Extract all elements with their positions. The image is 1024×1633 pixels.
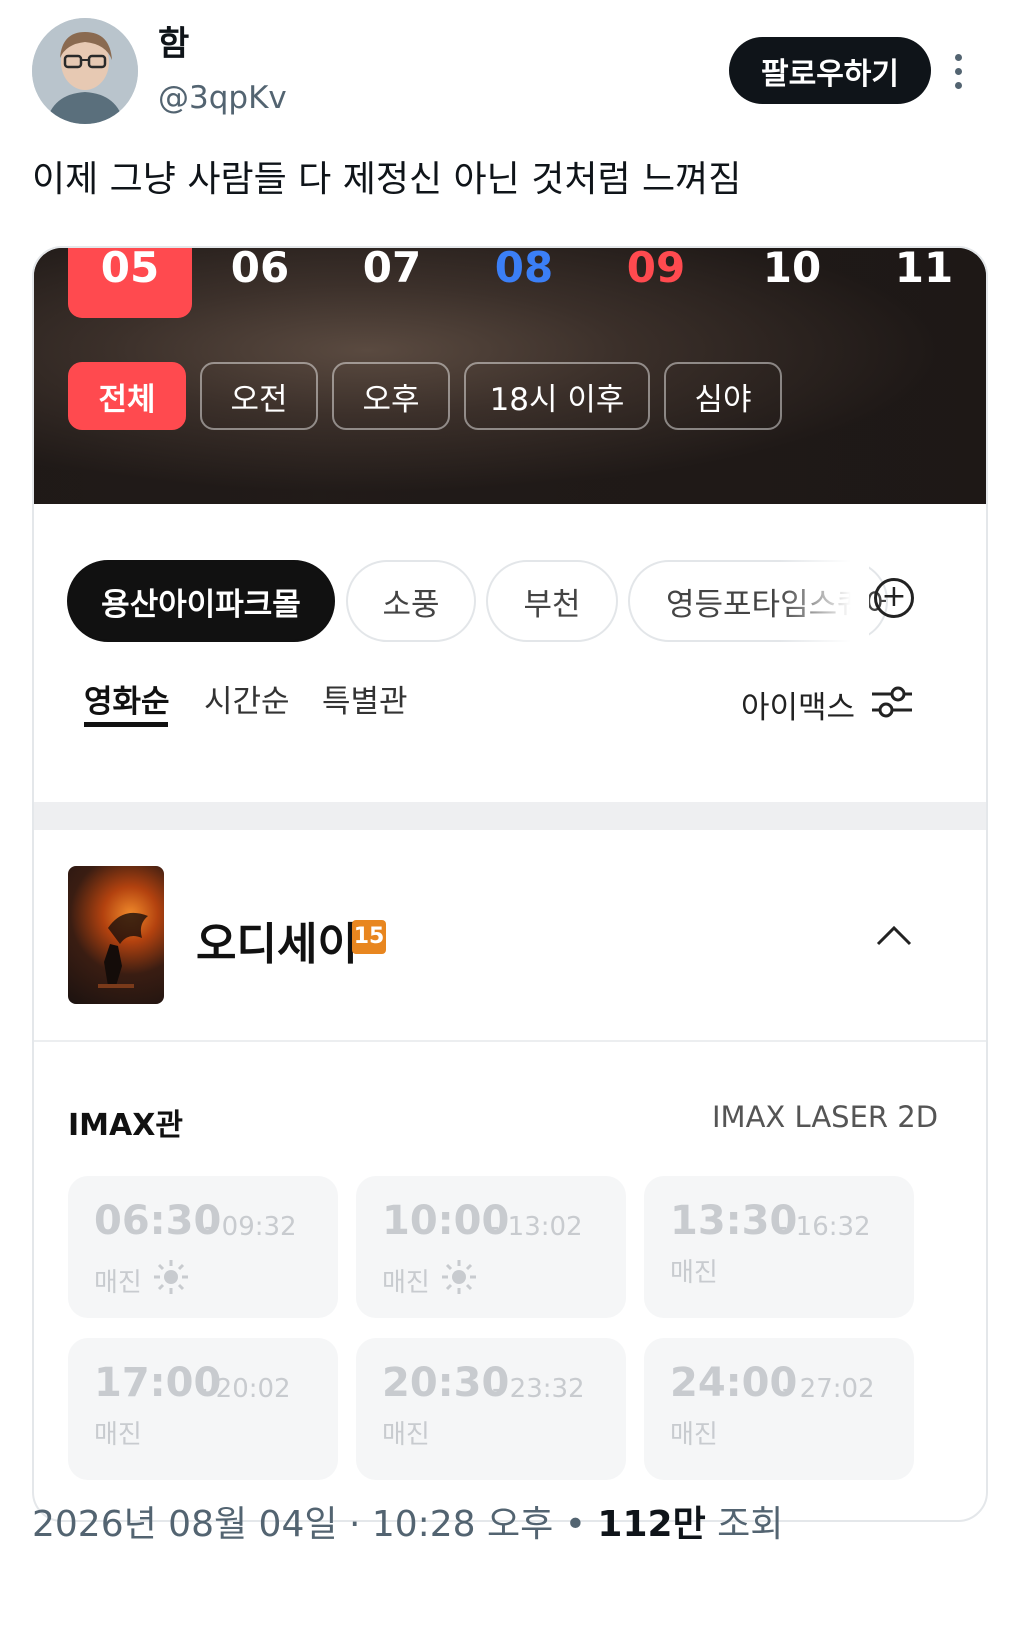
user-handle[interactable]: @3qpKv bbox=[158, 80, 287, 116]
time-filter-afternoon[interactable]: 오후 bbox=[332, 362, 450, 430]
end-time: - 23:32 bbox=[492, 1374, 585, 1404]
tweet-header: 함 @3qpKv 팔로우하기 bbox=[0, 0, 1024, 140]
showtime-slot[interactable]: 24:00 - 27:02 매진 bbox=[644, 1338, 914, 1480]
sold-out-label: 매진 bbox=[94, 1420, 142, 1450]
tweet-meta: 2026년 08월 04일 · 10:28 오후 • 112만 조회 bbox=[32, 1495, 783, 1547]
end-time: - 09:32 bbox=[204, 1212, 297, 1242]
tab-special-hall[interactable]: 특별관 bbox=[322, 676, 408, 721]
end-time: - 27:02 bbox=[782, 1374, 875, 1404]
active-tab-indicator bbox=[84, 722, 168, 727]
more-options-icon[interactable] bbox=[948, 52, 968, 92]
movie-poster[interactable] bbox=[68, 866, 164, 1004]
sun-icon bbox=[154, 1260, 188, 1294]
imax-filter-label[interactable]: 아이맥스 bbox=[741, 682, 855, 727]
chip-fade bbox=[779, 560, 869, 642]
date-08[interactable]: 08 bbox=[462, 248, 586, 318]
time-filter-all[interactable]: 전체 bbox=[68, 362, 186, 430]
add-theater-icon[interactable]: + bbox=[874, 578, 914, 618]
date-09[interactable]: 09 bbox=[594, 248, 718, 318]
movie-title[interactable]: 오디세이 bbox=[196, 908, 358, 972]
sold-out-label: 매진 bbox=[670, 1258, 718, 1288]
date-11[interactable]: 11 bbox=[862, 248, 986, 318]
start-time: 06:30 bbox=[94, 1198, 222, 1244]
sold-out-label: 매진 bbox=[670, 1420, 718, 1450]
showtime-slot[interactable]: 17:00 - 20:02 매진 bbox=[68, 1338, 338, 1480]
booking-screenshot[interactable]: 05 06 07 08 09 10 11 전체 오전 오후 18시 이후 심야 … bbox=[32, 246, 988, 1522]
start-time: 20:30 bbox=[382, 1360, 510, 1406]
sold-out-label: 매진 bbox=[94, 1268, 142, 1298]
theater-chip-yongsan[interactable]: 용산아이파크몰 bbox=[67, 560, 335, 642]
start-time: 24:00 bbox=[670, 1360, 798, 1406]
sun-icon bbox=[442, 1260, 476, 1294]
age-rating-badge: 15 bbox=[352, 920, 386, 954]
tab-by-time[interactable]: 시간순 bbox=[204, 676, 290, 721]
tweet-time[interactable]: 10:28 오후 bbox=[372, 1504, 553, 1545]
theater-chip-sopung[interactable]: 소풍 bbox=[346, 560, 476, 642]
tweet-text: 이제 그냥 사람들 다 제정신 아닌 것처럼 느껴짐 bbox=[32, 159, 742, 200]
time-filter-late-night[interactable]: 심야 bbox=[664, 362, 782, 430]
date-10[interactable]: 10 bbox=[730, 248, 854, 318]
time-filter-evening[interactable]: 18시 이후 bbox=[464, 362, 650, 430]
date-07[interactable]: 07 bbox=[330, 248, 454, 318]
tab-by-movie[interactable]: 영화순 bbox=[84, 676, 170, 721]
theater-chip-bucheon[interactable]: 부천 bbox=[486, 560, 618, 642]
date-time-header: 05 06 07 08 09 10 11 전체 오전 오후 18시 이후 심야 bbox=[34, 248, 986, 504]
views-label: 조회 bbox=[717, 1504, 784, 1545]
view-count: 112만 bbox=[597, 1504, 706, 1545]
end-time: - 20:02 bbox=[198, 1374, 291, 1404]
screen-name: IMAX관 bbox=[68, 1108, 183, 1143]
separator-bullet: • bbox=[564, 1504, 586, 1545]
end-time: - 16:32 bbox=[778, 1212, 871, 1242]
divider bbox=[34, 1040, 986, 1042]
date-06[interactable]: 06 bbox=[198, 248, 322, 318]
sold-out-label: 매진 bbox=[382, 1420, 430, 1450]
display-name[interactable]: 함 bbox=[158, 16, 189, 65]
chevron-up-icon[interactable] bbox=[874, 920, 914, 950]
follow-button[interactable]: 팔로우하기 bbox=[729, 37, 931, 104]
sold-out-label: 매진 bbox=[382, 1268, 430, 1298]
showtime-slot[interactable]: 13:30 - 16:32 매진 bbox=[644, 1176, 914, 1318]
screen-format: IMAX LASER 2D bbox=[712, 1100, 939, 1134]
end-time: - 13:02 bbox=[490, 1212, 583, 1242]
showtime-slot[interactable]: 06:30 - 09:32 매진 bbox=[68, 1176, 338, 1318]
separator-dot: · bbox=[348, 1504, 361, 1545]
date-05[interactable]: 05 bbox=[68, 248, 192, 318]
filter-settings-icon[interactable] bbox=[870, 682, 914, 722]
time-filter-morning[interactable]: 오전 bbox=[200, 362, 318, 430]
showtime-slot[interactable]: 20:30 - 23:32 매진 bbox=[356, 1338, 626, 1480]
section-separator bbox=[34, 802, 986, 830]
date-strip: 05 06 07 08 09 10 11 bbox=[34, 248, 986, 338]
tweet-date[interactable]: 2026년 08월 04일 bbox=[32, 1504, 337, 1545]
showtime-slot[interactable]: 10:00 - 13:02 매진 bbox=[356, 1176, 626, 1318]
avatar[interactable] bbox=[32, 18, 138, 124]
